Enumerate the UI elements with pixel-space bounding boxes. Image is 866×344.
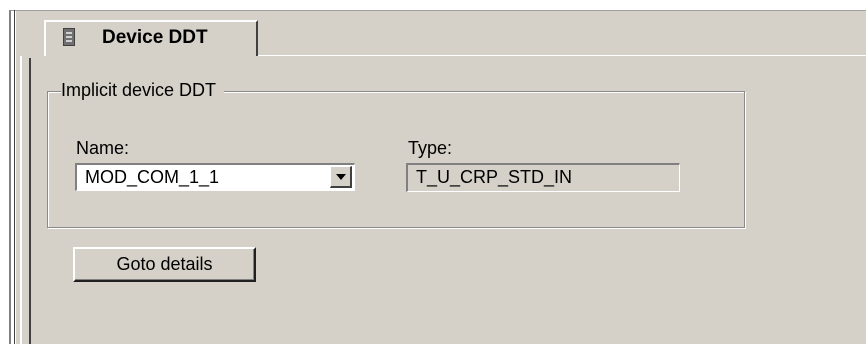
device-icon xyxy=(63,28,75,46)
window-left-border xyxy=(9,10,11,344)
type-label: Type: xyxy=(408,138,453,158)
tab-device-ddt-label: Device DDT xyxy=(102,27,208,48)
panel-left-highlight xyxy=(20,56,22,344)
goto-details-button[interactable]: Goto details xyxy=(73,247,256,282)
implicit-device-ddt-group xyxy=(47,91,745,228)
dropdown-button[interactable] xyxy=(330,166,352,188)
tab-strip-line xyxy=(258,55,866,56)
type-field-value: T_U_CRP_STD_IN xyxy=(416,167,573,187)
tab-device-ddt[interactable]: Device DDT xyxy=(44,20,258,56)
window-left-border-inner xyxy=(14,10,15,344)
chevron-down-icon xyxy=(336,174,346,180)
name-combobox[interactable]: MOD_COM_1_1 xyxy=(75,163,355,191)
type-field: T_U_CRP_STD_IN xyxy=(406,163,680,192)
group-legend: Implicit device DDT xyxy=(61,80,225,101)
name-combobox-value: MOD_COM_1_1 xyxy=(85,167,220,187)
panel-left-shadow xyxy=(29,58,31,344)
name-label: Name: xyxy=(76,138,130,158)
